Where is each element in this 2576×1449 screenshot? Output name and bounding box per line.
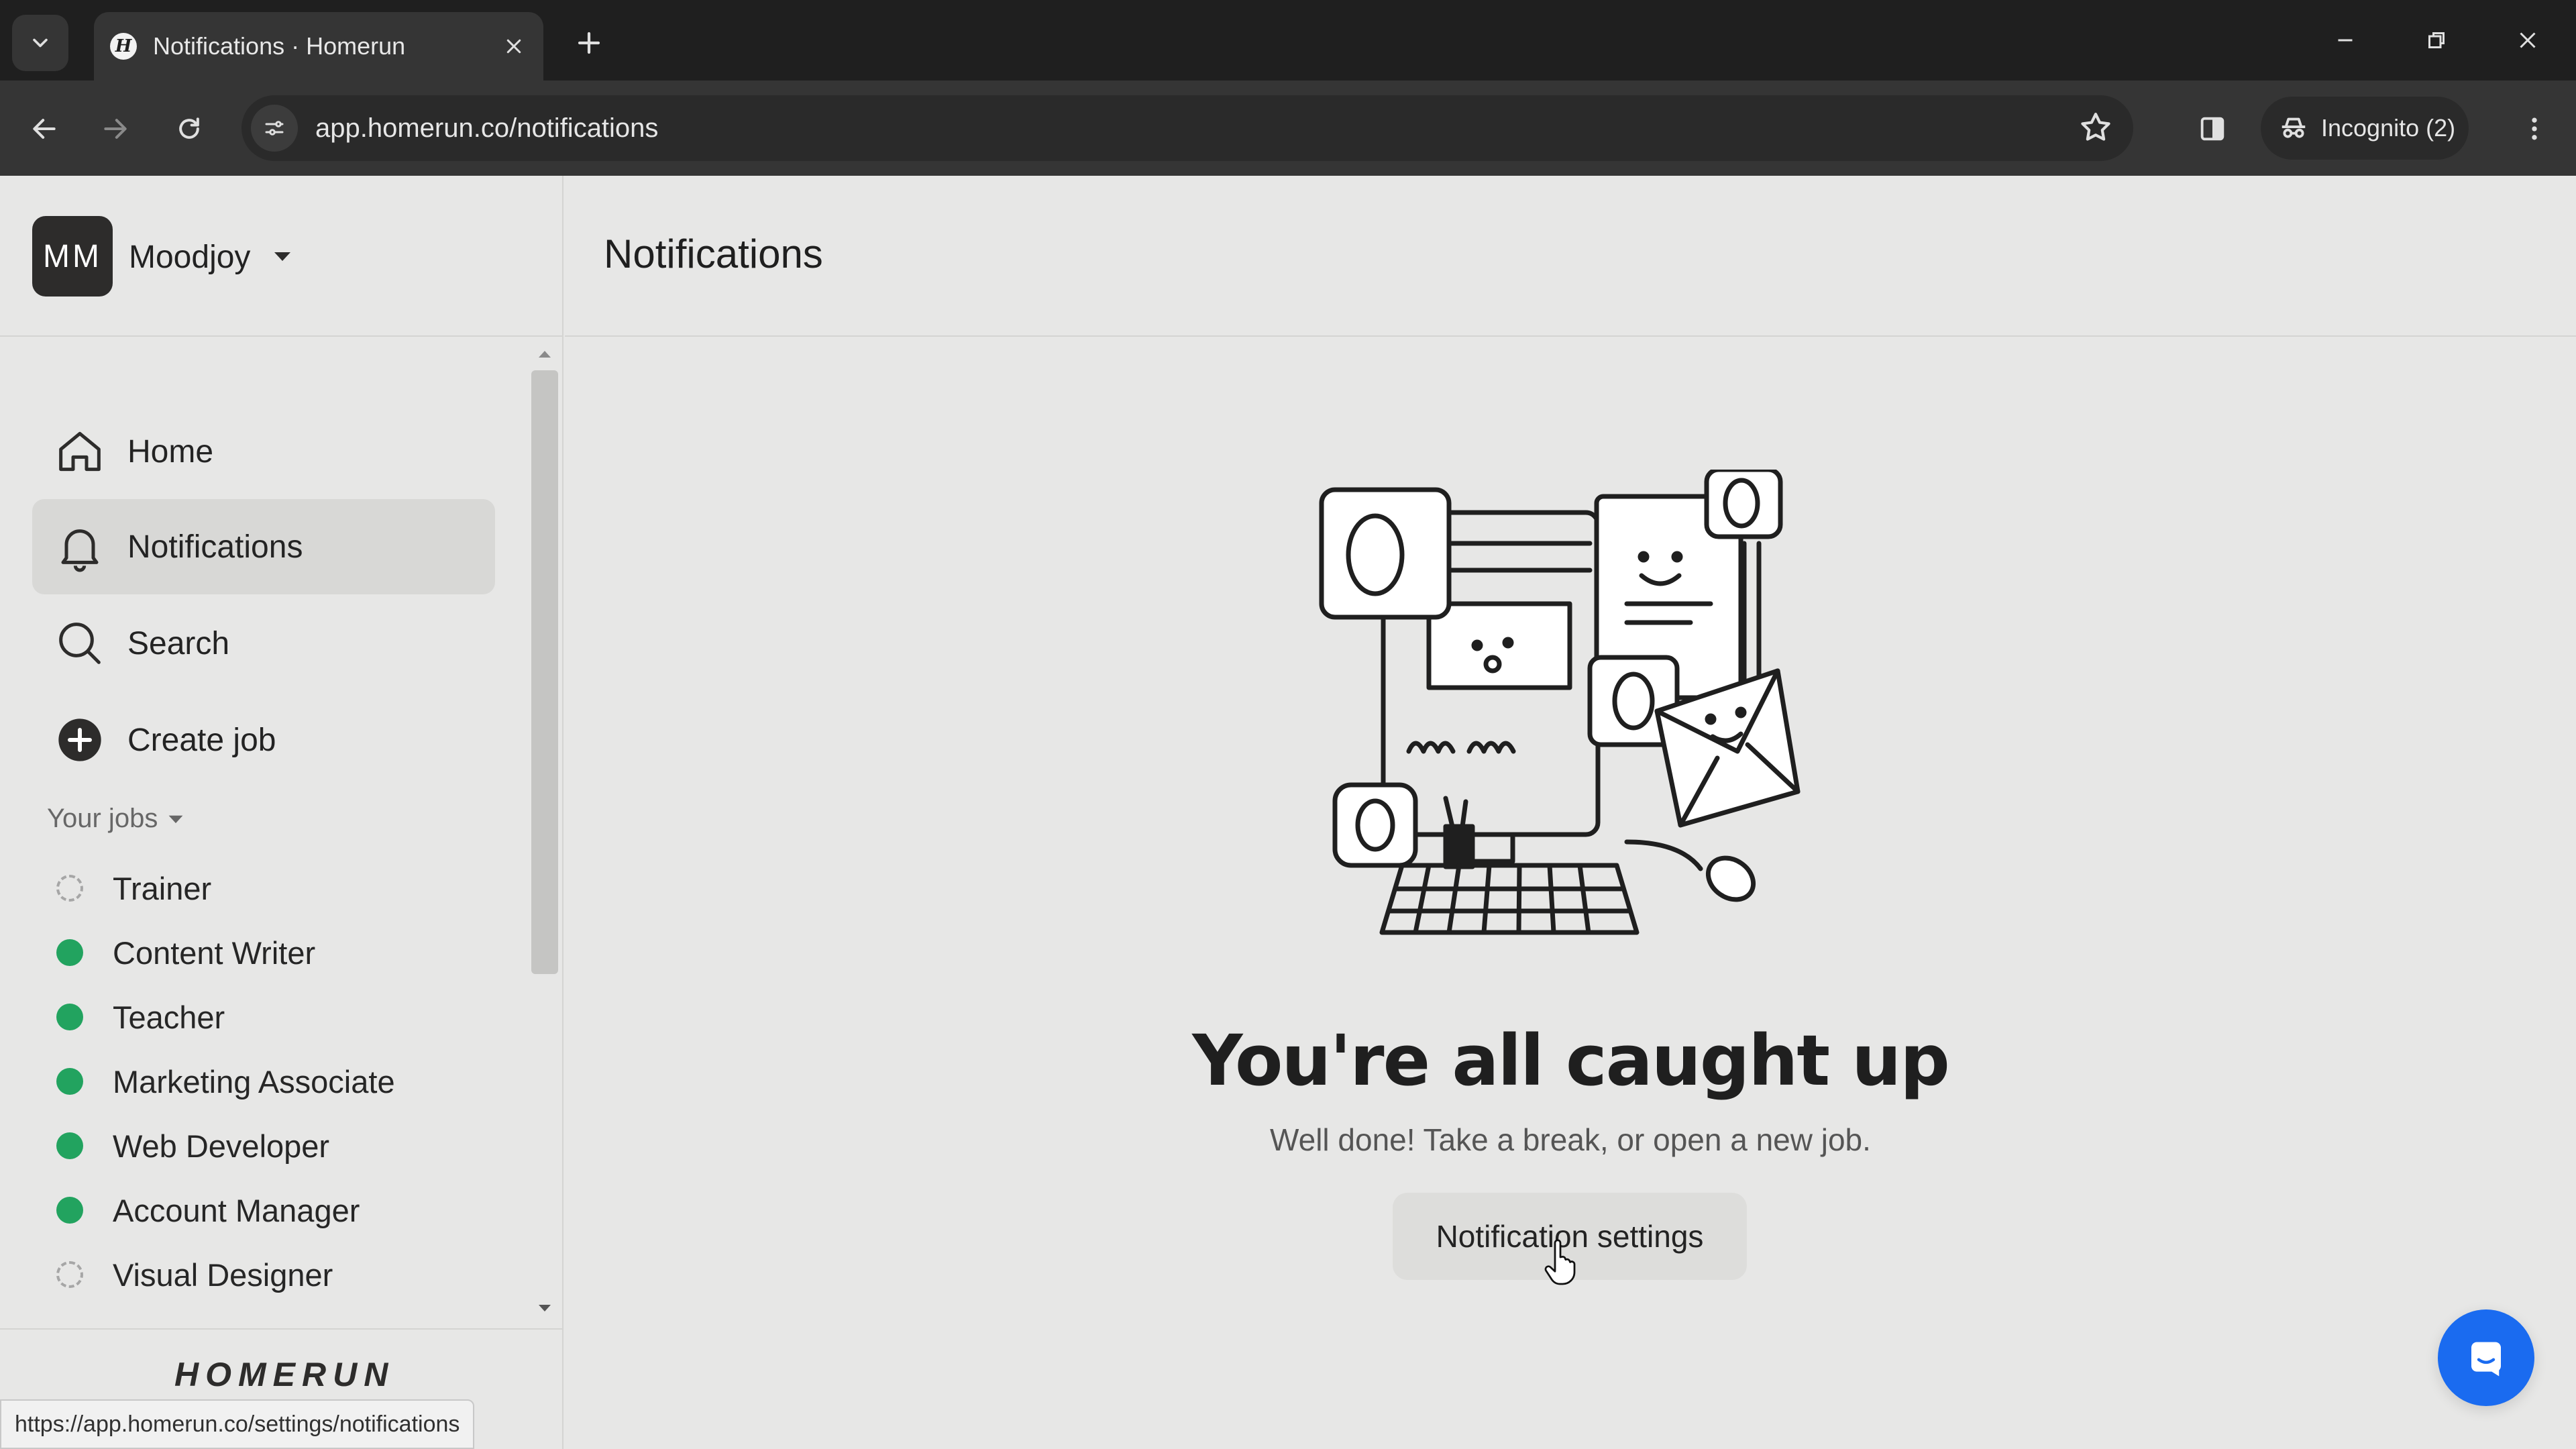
nav-label-home: Home [127, 433, 214, 470]
draft-status-icon [56, 875, 83, 902]
incognito-button[interactable]: Incognito (2) [2261, 97, 2469, 160]
open-status-icon [56, 939, 83, 966]
open-status-icon [56, 1004, 83, 1030]
restore-icon [2428, 32, 2445, 48]
reload-button[interactable] [164, 103, 215, 154]
forward-button[interactable] [90, 103, 141, 154]
homerun-favicon-icon: H [110, 33, 137, 60]
job-label: Content Writer [113, 934, 316, 971]
workspace-switcher[interactable]: MM Moodjoy [0, 176, 562, 337]
arrow-right-icon [104, 119, 127, 139]
draft-status-icon [56, 1261, 83, 1288]
chevron-down-icon [33, 38, 48, 48]
chat-icon [2471, 1342, 2501, 1377]
tab-close-button[interactable] [500, 33, 527, 60]
sidebar: MM Moodjoy Home Notifications Search Cre… [0, 176, 564, 1449]
job-item-trainer[interactable]: Trainer [56, 861, 472, 915]
sidebar-scrollbar-thumb[interactable] [531, 370, 558, 974]
home-icon [51, 423, 109, 480]
tune-icon [265, 121, 284, 136]
reload-icon [179, 117, 199, 139]
chat-launcher-button[interactable] [2438, 1309, 2534, 1406]
nav-label-notifications: Notifications [127, 529, 303, 565]
address-bar[interactable]: app.homerun.co/notifications [241, 95, 2133, 161]
job-item-content-writer[interactable]: Content Writer [56, 926, 472, 979]
scroll-up-arrow-icon[interactable] [537, 349, 553, 360]
side-panel-icon [2200, 117, 2224, 141]
homerun-logo: HOMERUN [174, 1356, 395, 1393]
search-icon [51, 614, 109, 672]
job-item-teacher[interactable]: Teacher [56, 990, 472, 1044]
job-label: Account Manager [113, 1192, 360, 1228]
open-status-icon [56, 1132, 83, 1159]
side-panel-button[interactable] [2187, 103, 2238, 154]
incognito-icon [2282, 117, 2306, 138]
browser-tab[interactable]: H Notifications · Homerun [94, 12, 543, 80]
browser-toolbar: app.homerun.co/notifications Incognito (… [0, 80, 2576, 176]
hand-cursor-icon [1544, 1239, 1576, 1285]
open-status-icon [56, 1197, 83, 1224]
job-label: Web Developer [113, 1128, 330, 1164]
browser-menu-button[interactable] [2509, 103, 2560, 154]
nav-label-create-job: Create job [127, 722, 276, 758]
restore-button[interactable] [2412, 19, 2461, 62]
status-bar-url: https://app.homerun.co/settings/notifica… [0, 1399, 475, 1449]
minimize-button[interactable] [2321, 19, 2369, 62]
plus-icon [578, 32, 600, 54]
your-jobs-toggle[interactable]: Your jobs [47, 804, 184, 834]
nav-item-notifications[interactable]: Notifications [32, 499, 495, 594]
nav-item-home[interactable]: Home [32, 404, 495, 499]
new-tab-button[interactable] [570, 24, 608, 62]
tab-title: Notifications · Homerun [153, 32, 406, 60]
minimize-icon [2338, 39, 2353, 42]
nav-item-search[interactable]: Search [32, 596, 495, 691]
incognito-label: Incognito (2) [2321, 114, 2456, 142]
back-button[interactable] [19, 103, 70, 154]
your-jobs-label: Your jobs [47, 804, 158, 833]
caret-down-icon [274, 252, 290, 261]
job-label: Trainer [113, 870, 212, 906]
tab-search-button[interactable] [12, 15, 68, 71]
scroll-down-arrow-icon[interactable] [537, 1303, 553, 1313]
job-item-visual-designer[interactable]: Visual Designer [56, 1248, 472, 1301]
bookmark-button[interactable] [2077, 109, 2114, 146]
caught-up-illustration [1319, 470, 1801, 935]
job-item-marketing-associate[interactable]: Marketing Associate [56, 1055, 472, 1108]
workspace-avatar: MM [32, 216, 113, 297]
close-icon [506, 39, 521, 54]
job-label: Marketing Associate [113, 1063, 395, 1099]
bell-icon [51, 518, 109, 576]
empty-state-subtitle: Well done! Take a break, or open a new j… [1270, 1122, 1871, 1157]
plus-circle-icon [51, 711, 109, 769]
nav-item-create-job[interactable]: Create job [32, 692, 495, 788]
url-text: app.homerun.co/notifications [315, 113, 659, 143]
more-vertical-icon [2532, 117, 2537, 140]
nav-label-search: Search [127, 625, 230, 661]
page-title: Notifications [604, 231, 823, 276]
job-label: Visual Designer [113, 1256, 333, 1293]
site-info-button[interactable] [251, 105, 298, 152]
empty-state-title: You're all caught up [1192, 1020, 1950, 1102]
job-item-web-developer[interactable]: Web Developer [56, 1119, 472, 1173]
job-item-account-manager[interactable]: Account Manager [56, 1183, 472, 1237]
browser-tab-bar: H Notifications · Homerun [0, 0, 2576, 80]
workspace-name: Moodjoy [129, 239, 251, 275]
job-label: Teacher [113, 999, 225, 1035]
arrow-left-icon [33, 119, 56, 139]
close-window-button[interactable] [2504, 19, 2552, 62]
star-icon [2081, 113, 2110, 141]
open-status-icon [56, 1068, 83, 1095]
close-icon [2520, 32, 2536, 48]
page-header: Notifications [565, 176, 2576, 337]
caret-down-icon [168, 815, 183, 823]
